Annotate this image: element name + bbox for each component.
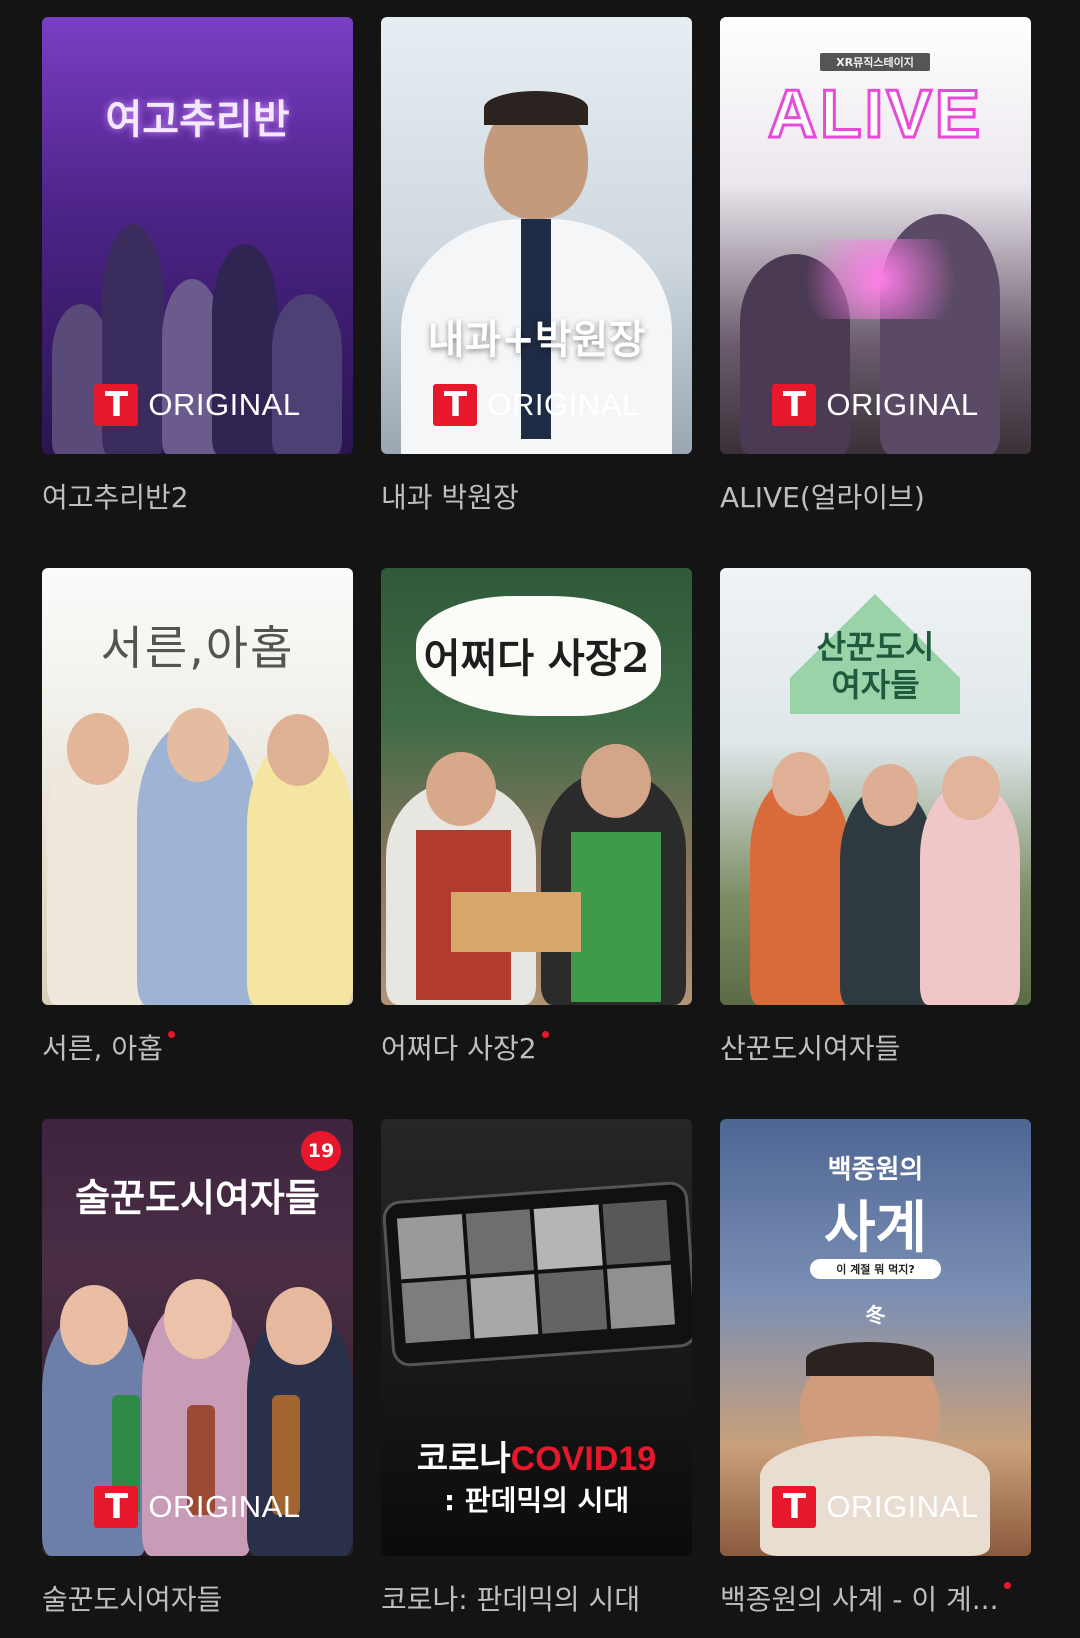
content-card[interactable]: 어쩌다 사장2 어쩌다 사장2 <box>381 568 692 1067</box>
content-card[interactable]: 내과+박원장 T ORIGINAL 내과 박원장 <box>381 17 692 516</box>
poster-image[interactable]: 코로나COVID19 : 판데믹의 시대 <box>381 1119 692 1556</box>
content-title[interactable]: 산꾼도시여자들 <box>720 1027 1031 1067</box>
new-indicator-dot <box>1003 1582 1011 1589</box>
poster-image[interactable]: 여고추리반 T ORIGINAL <box>42 17 353 454</box>
original-badge: T ORIGINAL <box>42 384 353 426</box>
poster-image[interactable]: 서른,아홉 <box>42 568 353 1005</box>
content-card[interactable]: XR뮤직스테이지 ALIVE T ORIGINAL ALIVE(얼라이브) <box>720 17 1031 516</box>
poster-title: 여고추리반 <box>105 96 290 143</box>
poster-image[interactable]: 어쩌다 사장2 <box>381 568 692 1005</box>
poster-image[interactable]: 산꾼도시 여자들 <box>720 568 1031 1005</box>
t-logo-icon: T <box>772 1486 817 1528</box>
cast-illustration <box>42 707 353 1005</box>
poster-title: 산꾼도시 여자들 <box>816 628 935 704</box>
poster-title: 코로나COVID19 <box>416 1439 657 1479</box>
poster-title: 사계 <box>823 1195 928 1261</box>
poster-title: 내과+박원장 <box>427 317 646 363</box>
new-indicator-dot <box>167 1031 175 1038</box>
original-badge: T ORIGINAL <box>720 1486 1031 1528</box>
poster-image[interactable]: XR뮤직스테이지 ALIVE T ORIGINAL <box>720 17 1031 454</box>
t-logo-icon: T <box>94 384 139 426</box>
content-grid: 여고추리반 T ORIGINAL 여고추리반2 내과+박원장 T ORIGINA… <box>0 0 1080 1638</box>
poster-title: 서른,아홉 <box>100 621 295 675</box>
t-logo-icon: T <box>772 384 817 426</box>
original-badge: T ORIGINAL <box>720 384 1031 426</box>
poster-title: 어쩌다 사장2 <box>423 635 650 682</box>
poster-title: ALIVE <box>766 75 984 154</box>
poster-title: 술꾼도시여자들 <box>75 1175 320 1220</box>
content-card[interactable]: 코로나COVID19 : 판데믹의 시대 코로나: 판데믹의 시대 <box>381 1119 692 1618</box>
content-title[interactable]: 코로나: 판데믹의 시대 <box>381 1578 692 1618</box>
cast-illustration <box>720 751 1031 1005</box>
poster-image[interactable]: 내과+박원장 T ORIGINAL <box>381 17 692 454</box>
content-title[interactable]: 내과 박원장 <box>381 476 692 516</box>
age-rating-badge: 19 <box>301 1131 341 1171</box>
content-title[interactable]: 서른, 아홉 <box>42 1027 353 1067</box>
content-card[interactable]: 여고추리반 T ORIGINAL 여고추리반2 <box>42 17 353 516</box>
poster-kicker: XR뮤직스테이지 <box>820 53 930 71</box>
poster-subtitle: 이 계절 뭐 먹지? <box>810 1259 941 1279</box>
content-title[interactable]: 술꾼도시여자들 <box>42 1578 353 1618</box>
new-indicator-dot <box>541 1031 549 1038</box>
content-card[interactable]: 서른,아홉 서른, 아홉 <box>42 568 353 1067</box>
poster-kicker: 백종원의 <box>827 1155 924 1185</box>
poster-season-mark: 冬 <box>865 1303 886 1327</box>
content-title[interactable]: ALIVE(얼라이브) <box>720 476 1031 516</box>
cast-illustration <box>381 743 692 1005</box>
content-title[interactable]: 어쩌다 사장2 <box>381 1027 692 1067</box>
poster-subtitle: : 판데믹의 시대 <box>443 1484 630 1517</box>
original-badge: T ORIGINAL <box>381 384 692 426</box>
content-title[interactable]: 백종원의 사계 - 이 계... <box>720 1578 1031 1618</box>
content-title[interactable]: 여고추리반2 <box>42 476 353 516</box>
t-logo-icon: T <box>94 1486 139 1528</box>
poster-image[interactable]: 19 술꾼도시여자들 T ORIGINAL <box>42 1119 353 1556</box>
t-logo-icon: T <box>433 384 478 426</box>
poster-image[interactable]: 백종원의 사계 이 계절 뭐 먹지? 冬 T ORIGINAL <box>720 1119 1031 1556</box>
original-badge: T ORIGINAL <box>42 1486 353 1528</box>
content-card[interactable]: 산꾼도시 여자들 산꾼도시여자들 <box>720 568 1031 1067</box>
content-card[interactable]: 19 술꾼도시여자들 T ORIGINAL 술꾼도시여자들 <box>42 1119 353 1618</box>
content-card[interactable]: 백종원의 사계 이 계절 뭐 먹지? 冬 T ORIGINAL 백종원의 사계 … <box>720 1119 1031 1618</box>
